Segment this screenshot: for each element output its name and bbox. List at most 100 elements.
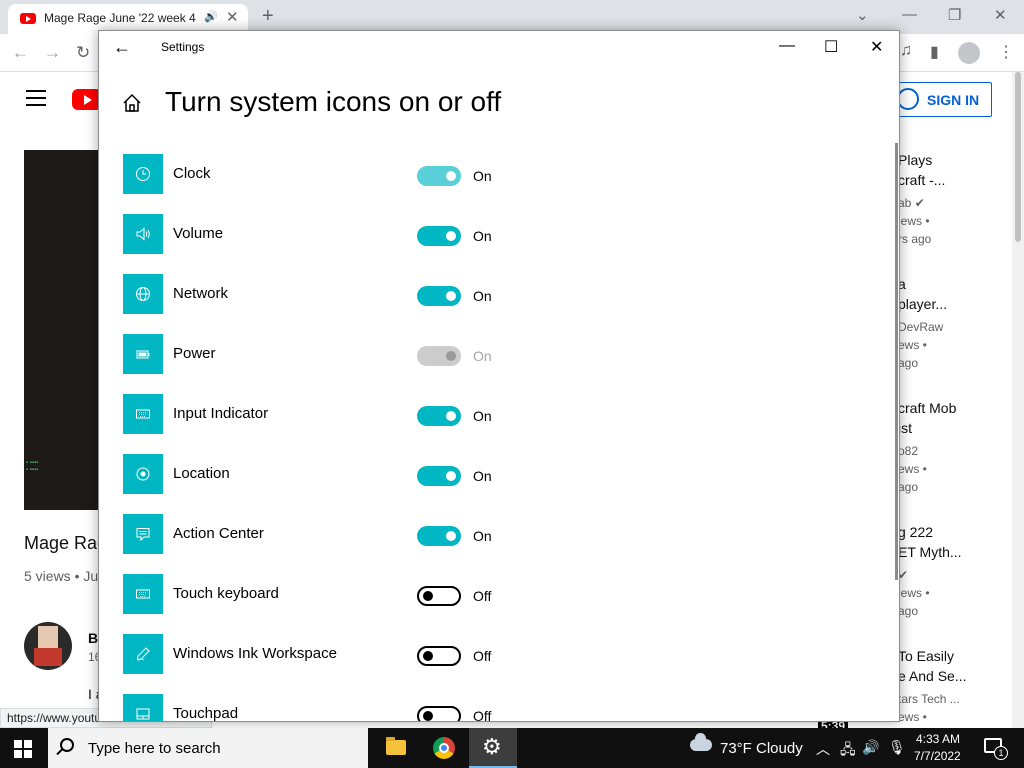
home-icon[interactable]	[121, 92, 143, 114]
recommendation-age: ago	[898, 604, 919, 618]
back-arrow-icon[interactable]: ←	[113, 37, 131, 58]
tab-search-icon[interactable]: ⌄	[856, 6, 869, 24]
settings-taskbar-button[interactable]: ⚙	[469, 728, 517, 768]
recommendation-item[interactable]: craft Mob ist o82 ews • ago	[898, 398, 956, 496]
recommendation-age: ago	[898, 356, 919, 370]
location-toggle[interactable]	[417, 466, 461, 486]
recommendation-title: To Easily	[898, 648, 955, 664]
verified-icon: ✔	[914, 196, 925, 210]
recommendation-channel: ab	[898, 196, 912, 210]
toggle-state: Off	[473, 708, 492, 722]
page-scrollbar-thumb[interactable]	[1015, 72, 1021, 242]
toggle-state: On	[473, 468, 492, 484]
touchpad-toggle[interactable]	[417, 706, 461, 721]
browser-back-icon[interactable]: ←	[12, 43, 29, 63]
touch-keyboard-icon	[123, 574, 163, 614]
media-control-icon[interactable]: ♫	[900, 42, 912, 60]
close-button[interactable]: ✕	[870, 37, 883, 57]
setting-label: Touch keyboard	[173, 585, 279, 602]
profile-avatar-icon[interactable]	[958, 42, 980, 64]
touch-keyboard-toggle[interactable]	[417, 586, 461, 606]
account-icon	[897, 88, 919, 110]
setting-row-input-indicator: Input Indicator On	[123, 394, 803, 434]
network-icon[interactable]: 🖧	[840, 739, 856, 763]
start-button[interactable]	[14, 740, 32, 758]
recommendation-title: a	[898, 276, 906, 292]
toggle-state: Off	[473, 648, 492, 664]
sign-in-button[interactable]: SIGN IN	[886, 82, 992, 117]
recommendation-title: Plays	[898, 152, 933, 168]
windows-ink-toggle[interactable]	[417, 646, 461, 666]
volume-icon	[123, 214, 163, 254]
recommendation-item[interactable]: To Easily e And Se... tars Tech ... ews …	[898, 646, 967, 726]
side-panel-icon[interactable]: ▮	[930, 42, 939, 62]
clock-toggle[interactable]	[417, 166, 461, 186]
recommendation-title: e And Se...	[898, 668, 967, 684]
recommendation-channel: tars Tech ...	[898, 692, 960, 706]
weather-widget[interactable]: 73°F Cloudy	[720, 740, 803, 757]
taskbar-time[interactable]: 4:33 AM	[916, 732, 960, 746]
taskbar-date[interactable]: 7/7/2022	[914, 749, 961, 763]
recommendation-item[interactable]: a player... DevRaw ews • ago	[898, 274, 947, 372]
globe-icon	[123, 274, 163, 314]
setting-label: Windows Ink Workspace	[173, 645, 337, 662]
folder-icon	[386, 737, 406, 755]
page-scrollbar[interactable]	[1012, 72, 1024, 728]
setting-row-touchpad: Touchpad Off	[123, 694, 803, 722]
network-toggle[interactable]	[417, 286, 461, 306]
clock-icon	[123, 154, 163, 194]
browser-close-button[interactable]: ✕	[994, 6, 1007, 24]
recommendation-item[interactable]: Plays craft -... ab ✔ iews • rs ago	[898, 150, 945, 248]
settings-window-title: Settings	[161, 40, 205, 54]
location-icon	[123, 454, 163, 494]
toggle-state: On	[473, 408, 492, 424]
setting-label: Volume	[173, 225, 224, 242]
browser-minimize-button[interactable]: —	[902, 6, 917, 23]
setting-label: Input Indicator	[173, 405, 269, 422]
microphone-icon[interactable]: 🎙	[888, 739, 906, 756]
action-center-toggle[interactable]	[417, 526, 461, 546]
recommendation-channel: DevRaw	[898, 320, 944, 334]
volume-tray-icon[interactable]: 🔊	[862, 739, 879, 756]
tab-title: Mage Rage June '22 week 4	[44, 11, 196, 25]
taskbar-search-box[interactable]: Type here to search	[48, 728, 368, 768]
search-icon	[60, 738, 74, 752]
youtube-menu-icon[interactable]	[26, 90, 46, 111]
channel-avatar[interactable]	[24, 622, 72, 670]
cloud-icon[interactable]	[690, 733, 712, 751]
toggle-state: On	[473, 528, 492, 544]
audio-playing-icon[interactable]: 🔊	[204, 10, 218, 23]
maximize-button[interactable]: ☐	[824, 37, 838, 57]
new-tab-button[interactable]: +	[262, 5, 274, 28]
video-player[interactable]: ▪ ▪▪▪▪ ▪ ▪▪▪▪	[24, 150, 104, 510]
setting-row-network: Network On	[123, 274, 803, 314]
input-indicator-toggle[interactable]	[417, 406, 461, 426]
chevron-up-icon[interactable]: ︿	[816, 739, 830, 759]
volume-toggle[interactable]	[417, 226, 461, 246]
chrome-taskbar-button[interactable]	[420, 728, 468, 768]
browser-forward-icon[interactable]: →	[44, 43, 61, 63]
setting-label: Location	[173, 465, 230, 482]
recommendation-item[interactable]: g 222 ET Myth... ✔ iews • ago	[898, 522, 962, 620]
sign-in-label: SIGN IN	[927, 92, 980, 108]
setting-row-clock: Clock On	[123, 154, 803, 194]
browser-reload-icon[interactable]: ↻	[76, 43, 90, 63]
setting-label: Clock	[173, 165, 211, 182]
tab-close-icon[interactable]: ✕	[226, 8, 239, 26]
file-explorer-taskbar-button[interactable]	[371, 728, 419, 768]
toggle-state: Off	[473, 588, 492, 604]
recommendation-views: iews •	[898, 586, 930, 600]
browser-restore-button[interactable]: ❐	[948, 6, 961, 24]
recommendation-age: ago	[898, 480, 919, 494]
notification-count-badge: 1	[994, 746, 1008, 760]
search-placeholder: Type here to search	[88, 740, 221, 757]
browser-tab-strip: Mage Rage June '22 week 4 🔊 ✕ + ⌄ — ❐ ✕	[0, 0, 1024, 34]
toggle-state: On	[473, 288, 492, 304]
settings-scrollbar[interactable]	[895, 143, 898, 580]
browser-menu-icon[interactable]: ⋮	[998, 42, 1014, 62]
touchpad-icon	[123, 694, 163, 721]
battery-icon	[123, 334, 163, 374]
minimize-button[interactable]: —	[779, 37, 795, 55]
recommendation-title: player...	[898, 296, 948, 312]
video-meta: 5 views • Ju	[24, 568, 99, 584]
